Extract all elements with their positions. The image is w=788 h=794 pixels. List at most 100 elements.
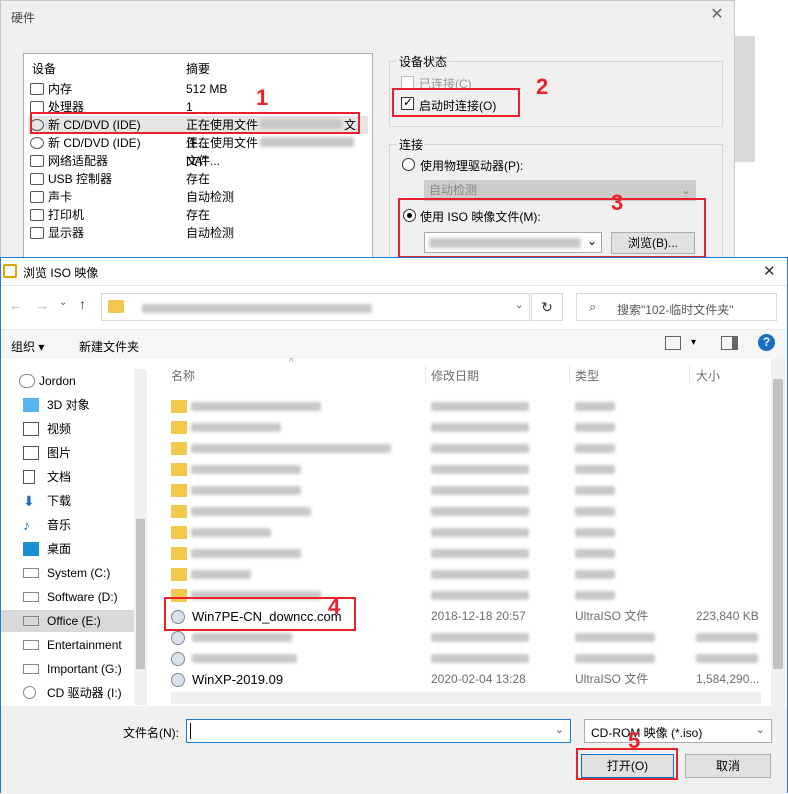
sidebar-item-music[interactable]: ♪ 音乐: [11, 514, 147, 536]
monitor-icon: [30, 227, 44, 239]
column-header-date[interactable]: 修改日期: [431, 367, 479, 384]
user-icon: [19, 374, 35, 388]
device-row-cd-dvd-2[interactable]: 新 CD/DVD (IDE) 正在使用文件文件...: [28, 134, 368, 168]
chevron-down-icon[interactable]: ⌄: [555, 723, 564, 736]
device-row-display[interactable]: 显示器 自动检测: [28, 224, 368, 242]
sidebar-item-cd-drive[interactable]: CD 驱动器 (I:): [11, 682, 147, 704]
chevron-down-icon[interactable]: ▾: [691, 337, 696, 348]
highlight-box-1: [30, 112, 360, 134]
horizontal-scrollbar[interactable]: [171, 692, 761, 704]
recent-dropdown-icon[interactable]: ⌄: [59, 297, 67, 308]
preview-pane-icon[interactable]: [721, 336, 738, 350]
device-name: 新 CD/DVD (IDE): [48, 136, 141, 150]
forward-arrow-icon[interactable]: →: [35, 297, 49, 313]
sidebar-item-drive-c[interactable]: System (C:): [11, 562, 147, 584]
sidebar-item-label: Important (G:): [47, 662, 122, 676]
file-row-winxp[interactable]: WinXP-2019.09 2020-02-04 13:28 UltraISO …: [161, 669, 771, 690]
file-type: UltraISO 文件: [575, 609, 649, 623]
new-folder-button[interactable]: 新建文件夹: [79, 338, 139, 355]
folder-row[interactable]: [161, 417, 771, 438]
column-header-type[interactable]: 类型: [575, 367, 599, 384]
folder-row[interactable]: [161, 522, 771, 543]
cube-icon: [23, 398, 39, 412]
device-list[interactable]: 设备 摘要 内存 512 MB 处理器 1 新 CD/DVD (IDE) 正在使…: [23, 53, 373, 258]
search-placeholder: 搜索"102-临时文件夹": [617, 303, 734, 317]
device-name: 显示器: [48, 226, 85, 240]
physical-drive-radio[interactable]: [402, 158, 415, 171]
file-type: UltraISO 文件: [575, 672, 649, 686]
sidebar-item-drive-e[interactable]: Office (E:): [1, 610, 147, 632]
document-icon: [23, 470, 35, 484]
scrollbar-thumb[interactable]: [773, 379, 783, 669]
speaker-icon: [30, 191, 44, 203]
sidebar-item-drive-g[interactable]: Important (G:): [11, 658, 147, 680]
cancel-button[interactable]: 取消: [685, 754, 771, 778]
sidebar-item-3d-objects[interactable]: 3D 对象: [11, 394, 147, 416]
folder-icon: [171, 442, 187, 455]
organize-button[interactable]: 组织 ▾: [11, 338, 44, 355]
up-arrow-icon[interactable]: ↑: [79, 296, 86, 312]
folder-icon: [171, 484, 187, 497]
folder-icon: [171, 526, 187, 539]
file-list[interactable]: 名称 ^ 修改日期 类型 大小 Win7PE-CN_downcc.com 201…: [161, 357, 771, 706]
refresh-icon[interactable]: ↻: [531, 293, 563, 321]
navigation-bar: ← → ⌄ ↑ ⌄ ↻ ⌕ 搜索"102-临时文件夹": [1, 287, 787, 329]
sidebar-scrollbar[interactable]: [134, 369, 147, 705]
sidebar-item-documents[interactable]: 文档: [11, 466, 147, 488]
sidebar-item-videos[interactable]: 视频: [11, 418, 147, 440]
folder-row[interactable]: [161, 501, 771, 522]
sidebar-item-downloads[interactable]: ⬇ 下载: [11, 490, 147, 512]
file-type-select[interactable]: CD-ROM 映像 (*.iso) ⌄: [584, 719, 772, 743]
iso-file-icon: [171, 673, 185, 687]
file-row[interactable]: [161, 648, 771, 669]
cd-icon: [30, 137, 44, 149]
folder-row[interactable]: [161, 396, 771, 417]
sidebar-item-drive-d[interactable]: Software (D:): [11, 586, 147, 608]
back-arrow-icon[interactable]: ←: [9, 297, 23, 313]
folder-row[interactable]: [161, 459, 771, 480]
folder-icon: [171, 547, 187, 560]
folder-row[interactable]: [161, 480, 771, 501]
picture-icon: [23, 446, 39, 460]
network-icon: [30, 155, 44, 167]
scrollbar-thumb[interactable]: [136, 519, 145, 669]
folder-icon: [171, 568, 187, 581]
device-status-title: 设备状态: [397, 53, 450, 70]
close-icon[interactable]: ✕: [707, 5, 727, 25]
sidebar-item-drive-f[interactable]: Entertainment: [11, 634, 147, 656]
sidebar-item-pictures[interactable]: 图片: [11, 442, 147, 464]
sidebar-item-label: 3D 对象: [47, 398, 90, 412]
sidebar-item-desktop[interactable]: 桌面: [11, 538, 147, 560]
folder-row[interactable]: [161, 543, 771, 564]
device-row-sound[interactable]: 声卡 自动检测: [28, 188, 368, 206]
chevron-down-icon[interactable]: ⌄: [515, 300, 523, 311]
device-row-network[interactable]: 网络适配器 NAT: [28, 152, 368, 170]
file-list-scrollbar[interactable]: [771, 359, 785, 706]
column-header-size[interactable]: 大小: [696, 367, 720, 384]
search-input[interactable]: ⌕ 搜索"102-临时文件夹": [576, 293, 777, 321]
device-name: 网络适配器: [48, 154, 109, 168]
view-options-icon[interactable]: [665, 336, 681, 350]
help-icon[interactable]: ?: [758, 334, 775, 351]
device-row-usb[interactable]: USB 控制器 存在: [28, 170, 368, 188]
device-summary: 自动检测: [186, 226, 235, 240]
folder-row[interactable]: [161, 438, 771, 459]
column-divider: [569, 365, 570, 383]
highlight-box-2: [392, 88, 520, 117]
drive-icon: [23, 664, 39, 674]
folder-row[interactable]: [161, 564, 771, 585]
device-row-printer[interactable]: 打印机 存在: [28, 206, 368, 224]
sidebar-item-jordon[interactable]: Jordon: [11, 370, 147, 392]
device-name: 打印机: [48, 208, 85, 222]
navigation-pane: Jordon 3D 对象 视频 图片 文档 ⬇ 下载 ♪ 音乐 桌面 System …: [1, 359, 149, 706]
address-bar[interactable]: ⌄: [101, 293, 530, 321]
filename-input[interactable]: ⌄: [186, 719, 571, 743]
device-row-memory[interactable]: 内存 512 MB: [28, 80, 368, 98]
browse-iso-dialog: 浏览 ISO 映像 ✕ ← → ⌄ ↑ ⌄ ↻ ⌕ 搜索"102-临时文件夹" …: [0, 257, 788, 794]
iso-file-icon: [171, 652, 185, 666]
close-icon[interactable]: ✕: [763, 262, 776, 280]
folder-icon: [171, 421, 187, 434]
device-summary: 存在: [186, 208, 211, 222]
column-divider: [689, 365, 690, 383]
column-header-name[interactable]: 名称: [171, 367, 195, 384]
